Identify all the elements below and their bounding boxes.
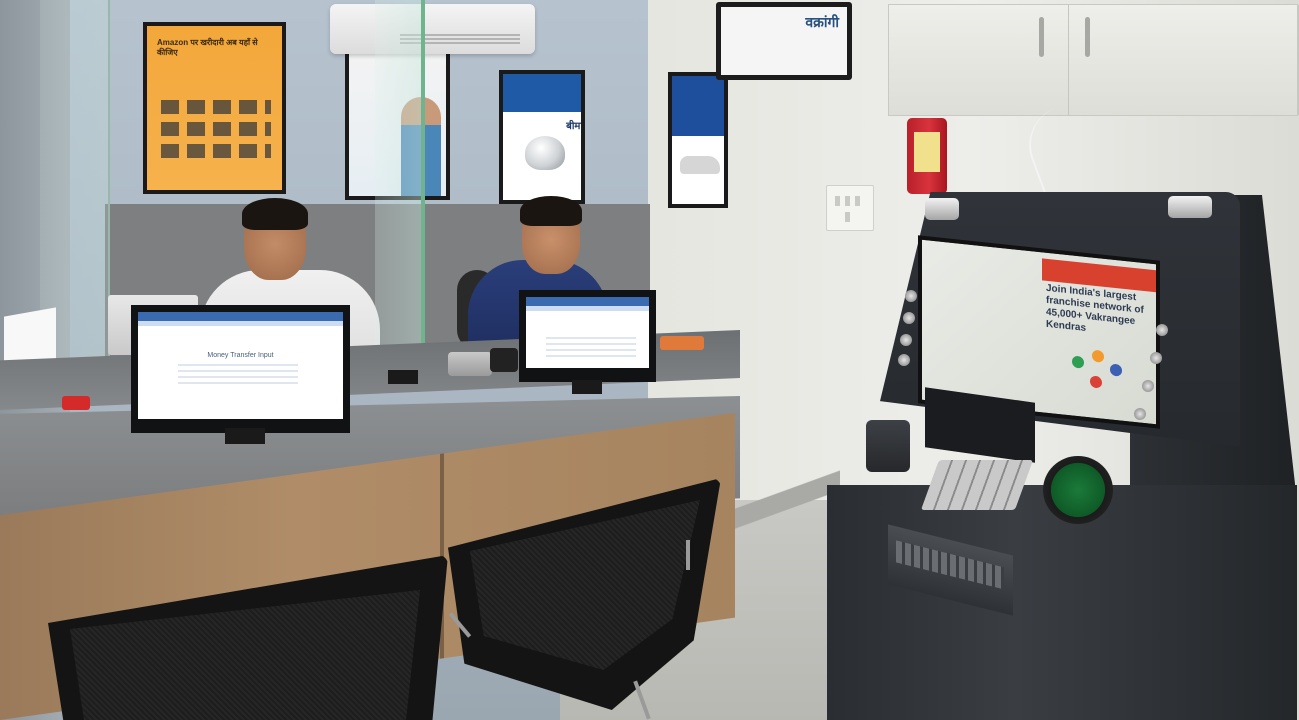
- tv-logo: वक्रांगी: [805, 15, 839, 31]
- poster-product-row: [161, 100, 271, 114]
- atm-side-key: [1156, 324, 1168, 336]
- person-right-hair: [520, 196, 582, 226]
- glass-panel-left: [40, 0, 110, 360]
- car-poster: [668, 72, 728, 208]
- cabinet-door: [1069, 5, 1299, 115]
- monitor-title-bar: [138, 312, 343, 321]
- atm-side-key: [1134, 408, 1146, 420]
- fire-extinguisher: [907, 118, 947, 194]
- helmet-icon: [525, 136, 565, 170]
- desk-device: [62, 396, 90, 410]
- wall-tv: वक्रांगी: [716, 2, 852, 80]
- atm-side-key: [1142, 380, 1154, 392]
- monitor-menu-bar: [138, 321, 343, 326]
- atm-side-key: [900, 334, 912, 346]
- poster-header-band: [503, 74, 581, 112]
- atm-side-key: [898, 354, 910, 366]
- amazon-poster: Amazon पर खरीदारी अब यहाँ से कीजिए: [143, 22, 286, 194]
- monitor-menu-bar: [526, 306, 649, 311]
- monitor-form-lines: [178, 364, 298, 384]
- amazon-poster-text: Amazon पर खरीदारी अब यहाँ से कीजिए: [157, 38, 258, 57]
- atm-screen-dot: [1090, 375, 1102, 389]
- atm-screen-dot: [1092, 349, 1104, 363]
- switch: [855, 196, 860, 206]
- atm-lamp: [925, 198, 959, 220]
- photo-scene: Amazon पर खरीदारी अब यहाँ से कीजिए बीमा …: [0, 0, 1299, 720]
- atm-card-reader: [1043, 456, 1113, 524]
- insurance-poster: बीमा: [499, 70, 585, 204]
- card-reader: [448, 352, 492, 376]
- atm-receipt-slot: [866, 420, 910, 472]
- atm-side-key: [905, 290, 917, 302]
- fingerprint-scanner: [490, 348, 518, 372]
- cabinet-handle: [1039, 17, 1044, 57]
- air-conditioner: [330, 4, 535, 54]
- poster-product-row: [161, 122, 271, 136]
- monitor-stand: [225, 428, 265, 444]
- poster-product-row: [161, 144, 271, 158]
- monitor-right: [519, 290, 656, 382]
- monitor-title-bar: [526, 297, 649, 306]
- atm-side-key: [903, 312, 915, 324]
- car-icon: [680, 156, 720, 174]
- poster-header-band: [672, 76, 724, 136]
- atm-screen-dot: [1072, 355, 1084, 369]
- chair-arm-bolt: [686, 540, 690, 570]
- switch: [835, 196, 840, 206]
- monitor-screen-title: Money Transfer Input: [207, 352, 274, 359]
- atm-screen-text: Join India's largest franchise network o…: [1046, 282, 1144, 334]
- cabinet-handle: [1085, 17, 1090, 57]
- insurance-poster-text: बीमा: [566, 121, 583, 132]
- switchboard: [826, 185, 874, 231]
- person-left-hair: [242, 198, 308, 230]
- atm-screen-dot: [1110, 363, 1122, 377]
- atm-pinpad: [920, 460, 1034, 510]
- skirting: [730, 470, 840, 530]
- atm-lamp: [1168, 196, 1212, 218]
- phone-device: [388, 370, 418, 384]
- monitor-form-lines: [546, 337, 636, 357]
- monitor-left: Money Transfer Input: [131, 305, 350, 433]
- glass-partition: [375, 0, 425, 380]
- wall-cabinet: [888, 4, 1299, 116]
- desk-device: [660, 336, 704, 350]
- monitor-stand: [572, 380, 602, 394]
- extinguisher-label: [914, 132, 940, 172]
- switch: [845, 196, 850, 206]
- atm-side-key: [1150, 352, 1162, 364]
- switch: [845, 212, 850, 222]
